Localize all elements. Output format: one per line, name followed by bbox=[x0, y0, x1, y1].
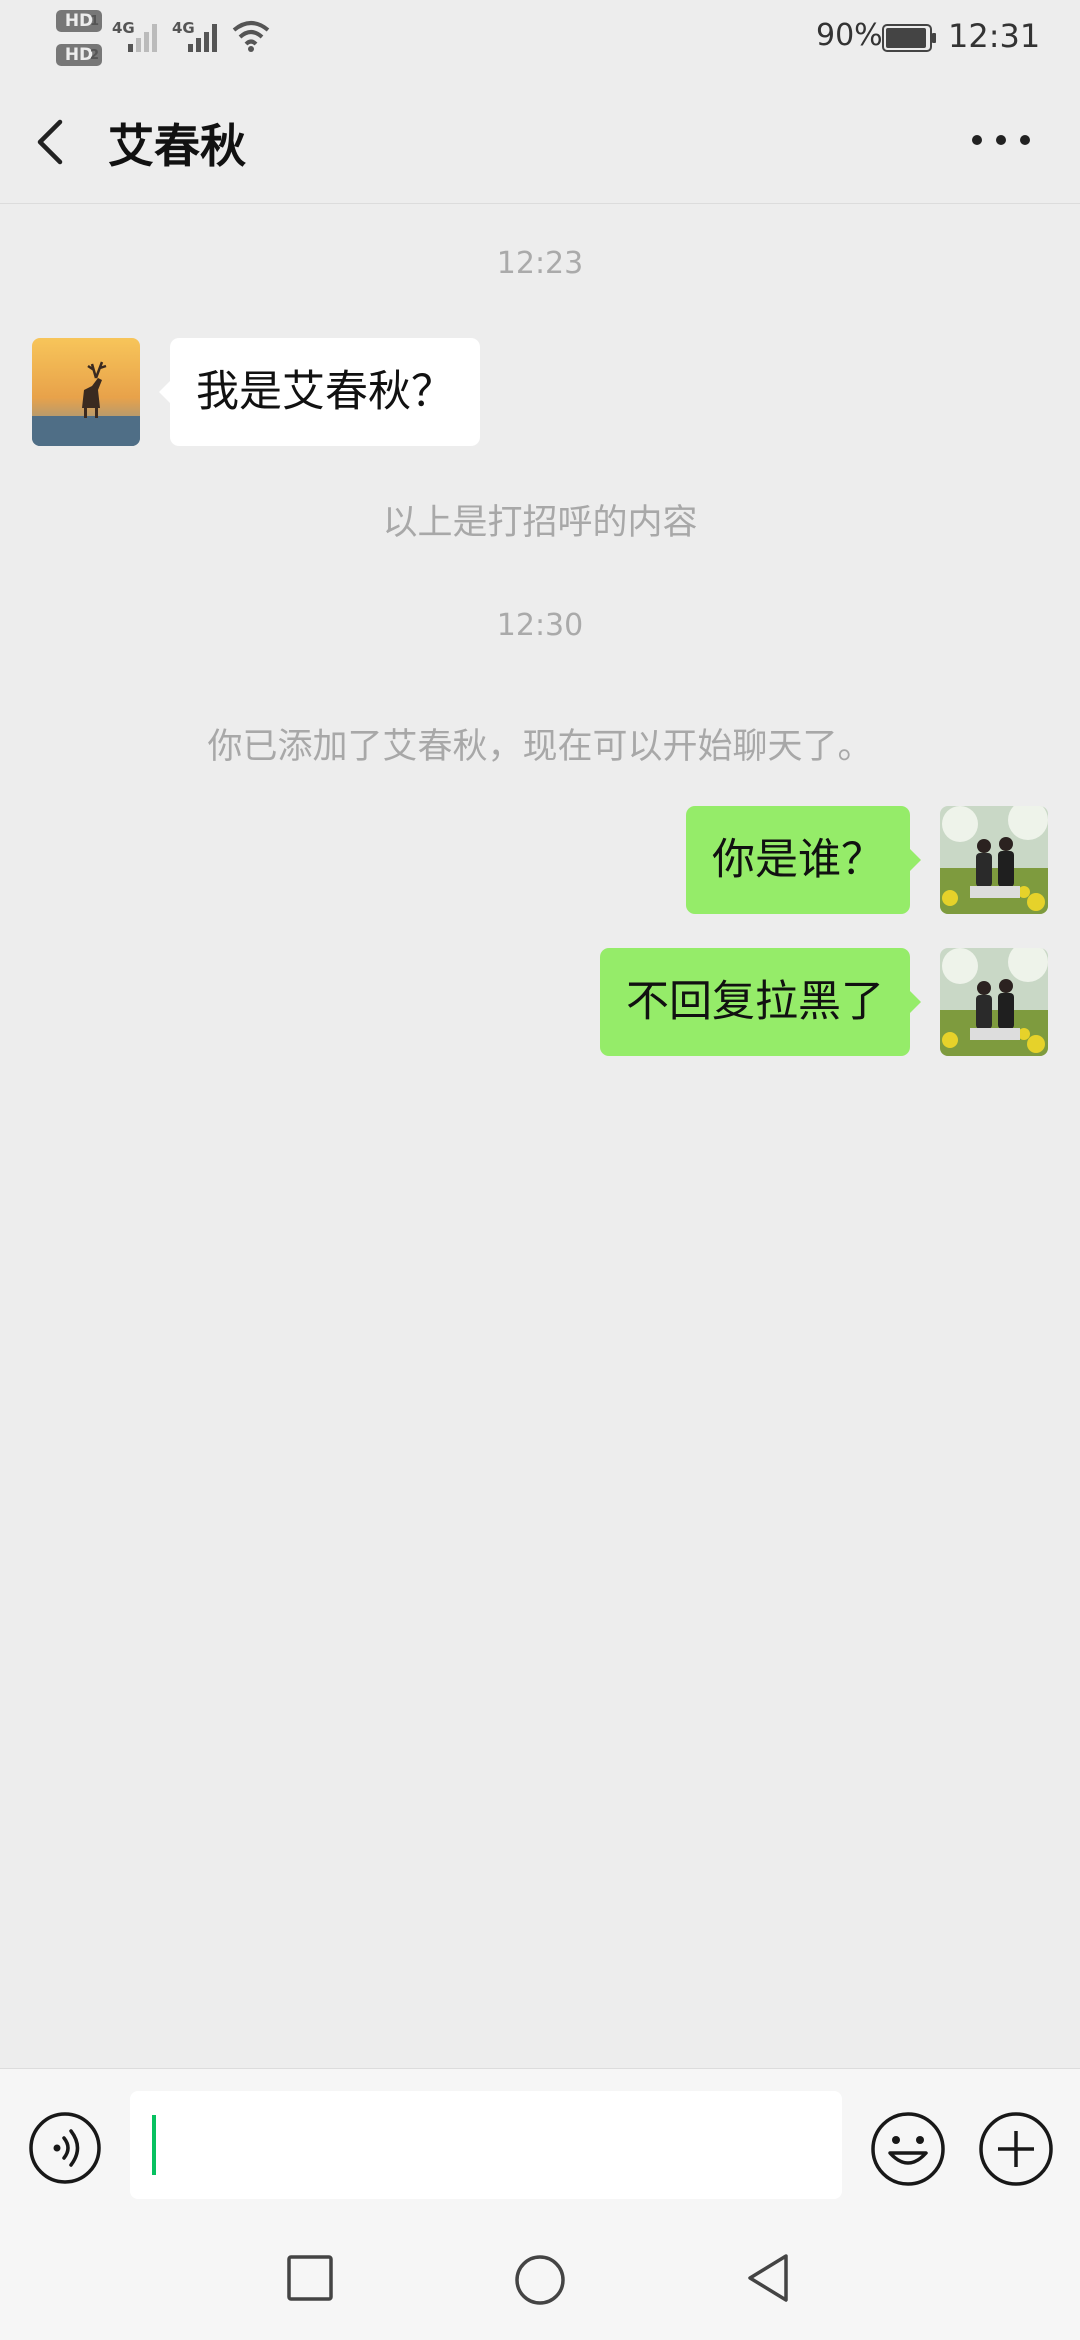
battery-icon bbox=[882, 24, 936, 52]
chat-screen: HD 1 HD 2 4G 4G 90% 12:31 艾春秋 12:23 我是艾春… bbox=[0, 0, 1080, 2340]
sim-slot-1: 1 bbox=[90, 14, 100, 29]
signal-weak-icon bbox=[128, 24, 157, 52]
deer-sunset-avatar bbox=[32, 338, 140, 446]
my-avatar[interactable] bbox=[940, 948, 1048, 1056]
battery-percent: 90% bbox=[816, 18, 883, 53]
wifi-icon bbox=[232, 21, 270, 52]
contact-avatar[interactable] bbox=[32, 338, 140, 446]
square-recent-icon[interactable] bbox=[286, 2254, 334, 2302]
system-nav-bar bbox=[0, 2222, 1080, 2340]
timestamp-separator: 12:23 bbox=[496, 246, 584, 281]
sim-slot-2: 2 bbox=[90, 48, 100, 63]
status-bar: HD 1 HD 2 4G 4G 90% 12:31 bbox=[0, 0, 1080, 76]
system-notice: 你已添加了艾春秋，现在可以开始聊天了。 bbox=[207, 727, 873, 767]
text-caret bbox=[152, 2115, 156, 2175]
chevron-left-icon[interactable] bbox=[30, 116, 74, 168]
voice-icon[interactable] bbox=[28, 2111, 102, 2185]
chat-title: 艾春秋 bbox=[108, 119, 246, 173]
message-input[interactable] bbox=[130, 2091, 842, 2199]
composer-bar bbox=[0, 2068, 1080, 2222]
signal-strong-icon bbox=[188, 24, 217, 52]
timestamp-separator: 12:30 bbox=[496, 608, 584, 643]
status-clock: 12:31 bbox=[948, 17, 1041, 55]
plus-circle-icon[interactable] bbox=[978, 2111, 1054, 2187]
triangle-back-icon[interactable] bbox=[744, 2252, 792, 2304]
outgoing-message-bubble[interactable]: 不回复拉黑了 bbox=[600, 948, 921, 1056]
more-horizontal-icon[interactable] bbox=[970, 132, 1032, 148]
outgoing-message-bubble[interactable]: 你是谁？ bbox=[686, 806, 921, 914]
chat-header: 艾春秋 bbox=[0, 76, 1080, 204]
couple-photo-avatar bbox=[940, 806, 1048, 914]
couple-photo-avatar bbox=[940, 948, 1048, 1056]
system-notice: 以上是打招呼的内容 bbox=[382, 503, 698, 543]
emoji-icon[interactable] bbox=[870, 2111, 946, 2187]
circle-home-icon[interactable] bbox=[514, 2254, 566, 2306]
my-avatar[interactable] bbox=[940, 806, 1048, 914]
incoming-message-bubble[interactable]: 我是艾春秋？ bbox=[159, 338, 480, 446]
